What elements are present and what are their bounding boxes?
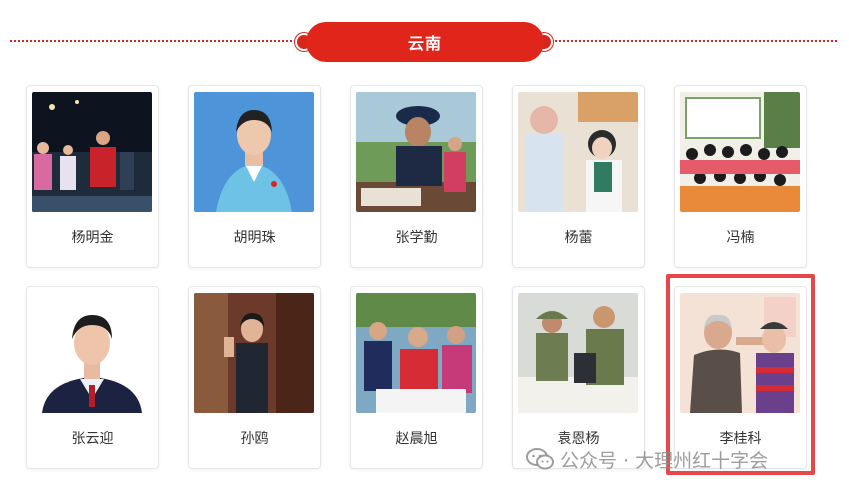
person-card[interactable]: 胡明珠 <box>188 85 321 268</box>
person-name: 赵晨旭 <box>395 431 438 447</box>
person-card[interactable]: 杨蕾 <box>512 85 645 268</box>
person-card[interactable]: 杨明金 <box>26 85 159 268</box>
person-name: 孙鸥 <box>240 431 269 447</box>
wechat-icon <box>526 448 554 470</box>
person-name: 张云迎 <box>71 431 114 447</box>
person-photo <box>680 92 800 212</box>
person-card[interactable]: 袁恩杨 <box>512 286 645 469</box>
person-card[interactable]: 孙鸥 <box>188 286 321 469</box>
person-card[interactable]: 冯楠 <box>674 85 807 268</box>
left-dotted-divider <box>10 40 300 42</box>
person-photo <box>32 293 152 413</box>
person-photo <box>356 92 476 212</box>
person-photo <box>32 92 152 212</box>
person-photo <box>194 293 314 413</box>
person-card[interactable]: 赵晨旭 <box>350 286 483 469</box>
person-photo <box>194 92 314 212</box>
right-dotted-divider <box>552 40 837 42</box>
person-photo <box>356 293 476 413</box>
watermark-text: 公众号 · 大理州红十字会 <box>560 449 769 472</box>
person-card[interactable]: 张云迎 <box>26 286 159 469</box>
section-title: 云南 <box>306 22 544 62</box>
person-name: 杨蕾 <box>564 230 593 246</box>
section-header: 云南 <box>0 20 849 64</box>
watermark: 公众号 · 大理州红十字会 <box>526 446 768 472</box>
person-name: 胡明珠 <box>233 230 276 246</box>
person-photo <box>518 92 638 212</box>
person-card[interactable]: 张学勤 <box>350 85 483 268</box>
person-name: 杨明金 <box>71 230 114 246</box>
person-photo <box>518 293 638 413</box>
person-name: 冯楠 <box>726 230 755 246</box>
person-name: 张学勤 <box>395 230 438 246</box>
